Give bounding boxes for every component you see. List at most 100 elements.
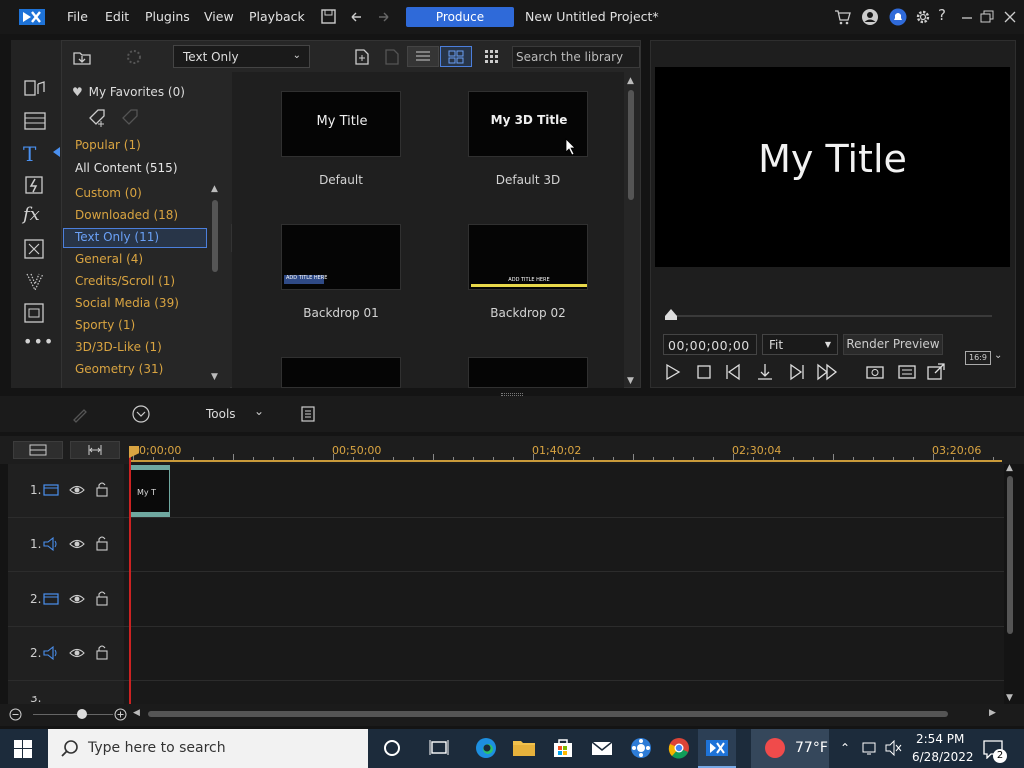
plugin-icon[interactable] [124,47,144,67]
video-template-room-icon[interactable] [23,110,47,132]
hscroll-left-icon[interactable]: ◀ [133,708,140,718]
menu-plugins[interactable]: Plugins [145,9,190,24]
produce-button[interactable]: Produce [406,7,514,27]
visibility-eye-icon[interactable] [69,482,85,498]
timeline-markers-icon[interactable] [298,404,318,424]
particle-room-icon[interactable] [23,270,47,292]
grid-size-icon[interactable] [482,47,502,67]
preview-settings-icon[interactable] [897,362,917,382]
undock-preview-icon[interactable] [926,362,946,382]
app-blue-icon[interactable] [629,737,653,759]
preview-scrubber-icon[interactable] [665,309,677,321]
new-title-icon[interactable] [352,47,372,67]
zoom-in-icon[interactable] [114,708,127,721]
mail-icon[interactable] [590,737,614,759]
thumbnail-view-icon[interactable] [440,46,472,67]
grid-scroll-up-icon[interactable]: ▲ [627,76,634,86]
preview-progress-track[interactable] [670,315,992,317]
timeline-tracks[interactable] [124,464,1004,708]
transition-room-icon[interactable] [23,174,47,196]
media-room-icon[interactable] [23,78,47,100]
visibility-eye-icon[interactable] [69,591,85,607]
library-search-input[interactable]: Search the library [512,46,640,68]
volume-muted-icon[interactable] [885,739,903,757]
category-credits-scroll[interactable]: Credits/Scroll (1) [75,274,175,288]
snapshot-camera-icon[interactable] [865,362,885,382]
aspect-chevron-icon[interactable]: ⌄ [994,350,1002,361]
template-thumb-default[interactable]: My Title [281,91,401,157]
tools-menu[interactable]: Tools [206,407,236,421]
split-clip-icon[interactable] [755,362,775,382]
powerdirector-taskbar-icon[interactable] [705,737,729,759]
restore-icon[interactable] [978,8,996,26]
modify-title-icon[interactable] [382,47,402,67]
undo-icon[interactable] [348,8,366,26]
lock-icon[interactable] [94,590,110,606]
category-geometry[interactable]: Geometry (31) [75,362,163,376]
windows-start-icon[interactable] [14,740,32,758]
cortana-icon[interactable] [381,737,405,759]
zoom-fit-select[interactable]: Fit ▼ [762,334,838,355]
template-thumb-row3-2[interactable] [468,357,588,388]
remove-tag-icon[interactable] [119,106,141,128]
category-downloaded[interactable]: Downloaded (18) [75,208,178,222]
next-frame-icon[interactable] [786,362,806,382]
visibility-eye-icon[interactable] [69,536,85,552]
tools-chevron-icon[interactable]: ⌄ [254,404,264,418]
category-popular[interactable]: Popular (1) [75,138,141,152]
menu-view[interactable]: View [204,9,234,24]
previous-frame-icon[interactable] [724,362,744,382]
category-sporty[interactable]: Sporty (1) [75,318,135,332]
preview-screen[interactable]: My Title [655,67,1010,267]
save-icon[interactable] [320,8,338,26]
add-favorite-tag-icon[interactable] [86,106,108,128]
effects-room-icon[interactable]: fx [23,204,47,226]
timeline-scroll-up-icon[interactable]: ▲ [1006,463,1013,473]
task-view-icon[interactable] [428,737,452,759]
menu-file[interactable]: File [67,9,88,24]
timecode-display[interactable]: 00;00;00;00 [663,334,757,355]
menu-playback[interactable]: Playback [249,9,305,24]
aspect-ratio-badge[interactable]: 16:9 [965,351,991,365]
clock-date[interactable]: 6/28/2022 [912,750,974,764]
edge-browser-icon[interactable] [474,737,498,759]
category-social-media[interactable]: Social Media (39) [75,296,179,310]
scroll-down-icon[interactable]: ▼ [211,372,218,382]
lock-icon[interactable] [94,535,110,551]
cart-icon[interactable] [834,8,852,26]
settings-gear-icon[interactable] [914,8,932,26]
redo-icon[interactable] [374,8,392,26]
title-room-icon[interactable]: T [23,142,47,166]
track-manager-icon[interactable] [13,441,63,459]
scroll-up-icon[interactable]: ▲ [211,184,218,194]
playhead[interactable] [129,448,131,708]
category-3d-like[interactable]: 3D/3D-Like (1) [75,340,162,354]
category-text-only[interactable]: Text Only (11) [75,230,159,244]
tray-expand-chevron-icon[interactable]: ⌃ [840,741,850,755]
zoom-slider-thumb[interactable] [77,709,87,719]
edit-pen-icon[interactable] [70,404,90,424]
panel-resize-handle[interactable] [501,393,523,396]
favorites-row[interactable]: ♥ My Favorites (0) [72,85,185,99]
grid-scroll-down-icon[interactable]: ▼ [627,376,634,386]
chrome-icon[interactable] [667,737,691,759]
template-thumb-backdrop-02[interactable]: ADD TITLE HERE [468,224,588,290]
grid-scrollbar[interactable] [628,90,634,200]
pip-room-icon[interactable] [23,238,47,260]
template-thumb-backdrop-01[interactable]: ADD TITLE HERE [281,224,401,290]
close-icon[interactable] [1001,8,1019,26]
library-filter-dropdown[interactable]: Text Only ⌄ [173,45,310,68]
fast-forward-icon[interactable] [816,362,838,382]
account-icon[interactable] [861,8,879,26]
help-icon[interactable]: ? [938,6,956,24]
visibility-eye-icon[interactable] [69,645,85,661]
minimize-icon[interactable] [958,8,976,26]
timeline-vscrollbar[interactable] [1007,476,1013,634]
zoom-out-icon[interactable] [9,708,22,721]
category-scrollbar[interactable] [212,200,218,272]
lock-icon[interactable] [94,481,110,497]
notification-bell-icon[interactable] [889,8,907,26]
lock-icon[interactable] [94,644,110,660]
timeline-scroll-down-icon[interactable]: ▼ [1006,693,1013,703]
render-preview-button[interactable]: Render Preview [843,334,943,355]
